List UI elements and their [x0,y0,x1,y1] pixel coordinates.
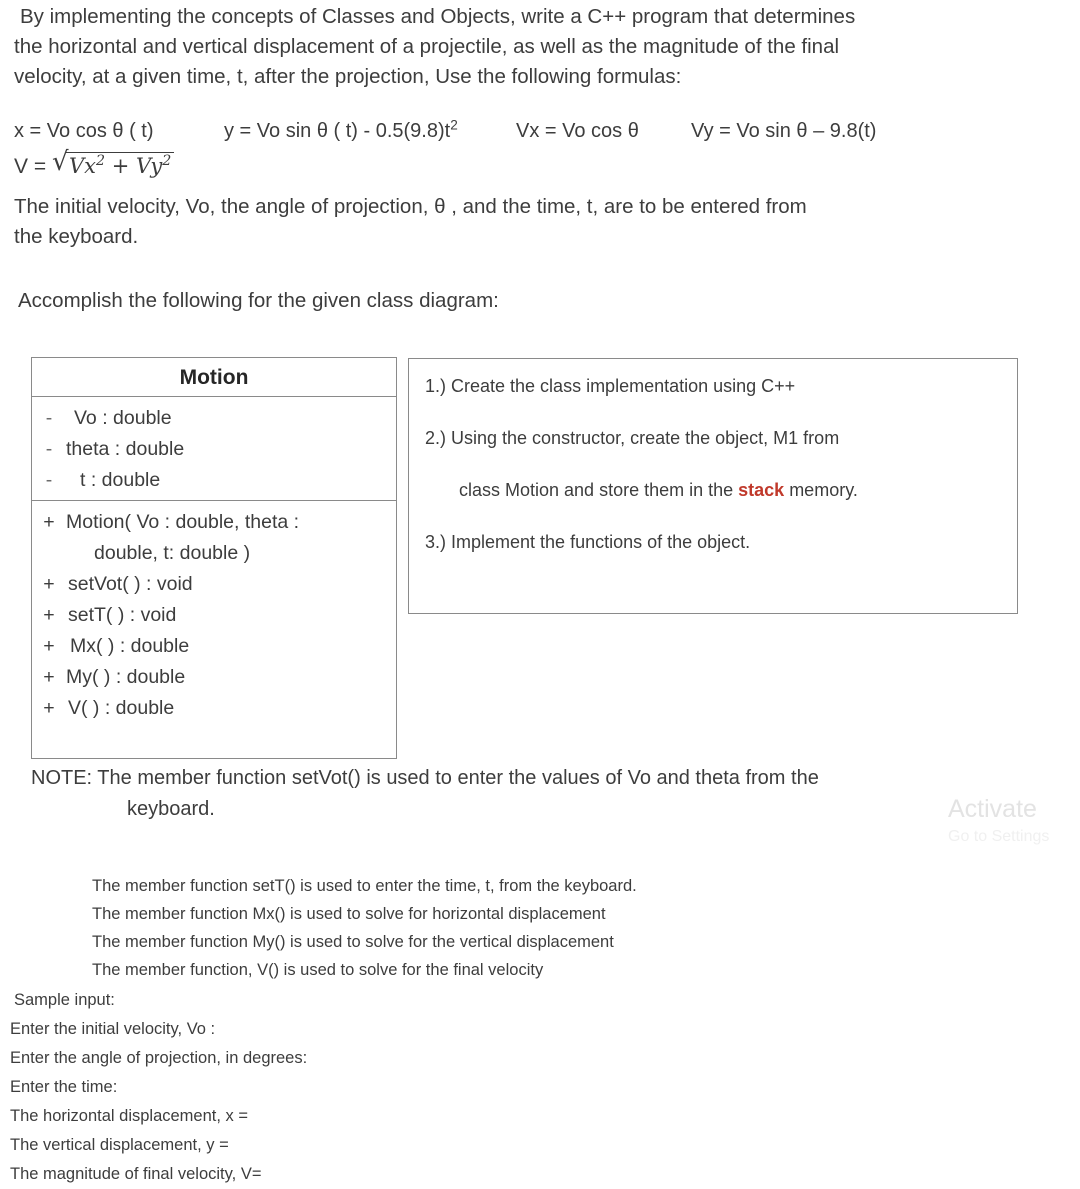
uml-attribute-vo: - Vo : double [32,403,396,434]
visibility-marker: + [43,573,55,595]
intro-line-1: By implementing the concepts of Classes … [20,5,856,28]
formula-vx: Vx = Vo cos θ [516,120,639,142]
uml-attribute-label: theta : double [66,438,185,460]
sample-io-line-2: Enter the angle of projection, in degree… [10,1049,308,1067]
intro-line-2: the horizontal and vertical displacement… [14,35,840,58]
visibility-marker: - [45,407,53,429]
formula-v: V = √ Vx2 + Vy2 [14,147,175,179]
formula-y-exponent: 2 [450,117,458,133]
visibility-marker: - [45,469,53,491]
uml-operation-v: + V( ) : double [32,693,396,724]
task-2-text-pre: class Motion and store them in the [459,480,739,500]
task-2-text-post: memory. [784,480,858,500]
uml-operation-label: My( ) : double [66,666,186,688]
uml-operation-constructor-continuation: double, t: double ) [94,542,251,564]
uml-operations-section: + Motion( Vo : double, theta : double, t:… [32,501,396,728]
uml-operation-label: Mx( ) : double [70,635,190,657]
sample-io-line-5: The vertical displacement, y = [10,1136,229,1154]
radical-sign-icon: √ [51,147,69,177]
sample-io-line-4: The horizontal displacement, x = [10,1107,249,1125]
uml-operation-label: setT( ) : void [68,604,177,626]
radicand-vx-exponent: 2 [95,153,106,169]
uml-class-box: Motion - Vo : double - theta : double -t :… [31,357,397,759]
formula-v-radical: √ Vx2 + Vy2 [51,147,175,178]
sample-io-line-1: Enter the initial velocity, Vo : [10,1020,216,1038]
watermark-line-1: Activate [948,795,1037,823]
sample-io-block: Sample input: Enter the initial velocity… [10,986,307,1189]
visibility-marker: + [43,697,55,719]
uml-attribute-label: Vo : double [74,407,172,429]
sample-io-line-3: Enter the time: [10,1078,118,1096]
formula-v-radicand: Vx2 + Vy2 [65,152,175,178]
task-item-3: 3.) Implement the functions of the objec… [425,532,751,552]
tasks-box: 1.) Create the class implementation usin… [408,358,1018,614]
formula-y-text: y = Vo sin θ ( t) - 0.5(9.8)t [224,120,451,142]
function-description-mx: The member function Mx() is used to solv… [92,905,606,923]
visibility-marker: + [43,604,55,626]
inputs-line-2: the keyboard. [14,225,139,248]
uml-operation-label: setVot( ) : void [68,573,193,595]
formula-vy: Vy = Vo sin θ – 9.8(t) [691,120,877,142]
formula-row: x = Vo cos θ ( t) y = Vo sin θ ( t) - 0.5… [14,118,1064,144]
visibility-marker: + [43,635,55,657]
task-item-1: 1.) Create the class implementation usin… [425,376,796,396]
visibility-marker: + [43,666,55,688]
sample-io-heading: Sample input: [14,991,115,1009]
uml-operation-label: Motion( Vo : double, theta : [66,511,300,533]
uml-operation-setvot: + setVot( ) : void [32,569,396,600]
function-description-my: The member function My() is used to solv… [92,933,614,951]
uml-class-title: Motion [32,358,396,397]
uml-operation-my: + My( ) : double [32,662,396,693]
note-line-2: keyboard. [127,798,215,820]
function-descriptions-block: The member function setT() is used to en… [92,872,637,984]
function-description-sett: The member function setT() is used to en… [92,877,637,895]
task-2-highlight-stack: stack [738,480,785,500]
radicand-vy: Vy [136,154,163,178]
uml-operation-sett: + setT( ) : void [32,600,396,631]
uml-attributes-section: - Vo : double - theta : double -t : double [32,397,396,501]
intro-line-3: velocity, at a given time, t, after the … [14,65,682,88]
watermark-line-2: Go to Settings [948,828,1050,845]
inputs-line-1: The initial velocity, Vo, the angle of p… [14,195,807,218]
accomplish-heading: Accomplish the following for the given c… [18,289,499,312]
uml-operation-mx: + Mx( ) : double [32,631,396,662]
function-description-v: The member function, V() is used to solv… [92,961,544,979]
task-item-2-continuation: class Motion and store them in the stack… [425,477,1001,503]
formula-y: y = Vo sin θ ( t) - 0.5(9.8)t2 [224,118,516,144]
radicand-plus: + [105,154,136,178]
radicand-vy-exponent: 2 [162,153,172,169]
visibility-marker: + [43,511,55,533]
intro-paragraph: By implementing the concepts of Classes … [14,2,964,92]
uml-attribute-theta: - theta : double [32,434,396,465]
uml-operation-label: V( ) : double [68,697,175,719]
radicand-vx: Vx [68,154,96,178]
uml-attribute-t: - t : double [32,465,396,496]
activate-windows-watermark: Activate Go to Settings [948,795,1049,851]
uml-attribute-label: t : double [80,469,161,491]
inputs-paragraph: The initial velocity, Vo, the angle of p… [14,192,974,252]
formula-x: x = Vo cos θ ( t) [14,120,154,142]
formula-v-lhs: V = [14,155,47,178]
visibility-marker: - [45,438,53,460]
note-line-1: NOTE: The member function setVot() is us… [31,767,819,789]
note-block: NOTE: The member function setVot() is us… [31,763,931,825]
uml-operation-constructor: + Motion( Vo : double, theta : [32,507,396,538]
task-item-2: 2.) Using the constructor, create the ob… [425,428,840,448]
